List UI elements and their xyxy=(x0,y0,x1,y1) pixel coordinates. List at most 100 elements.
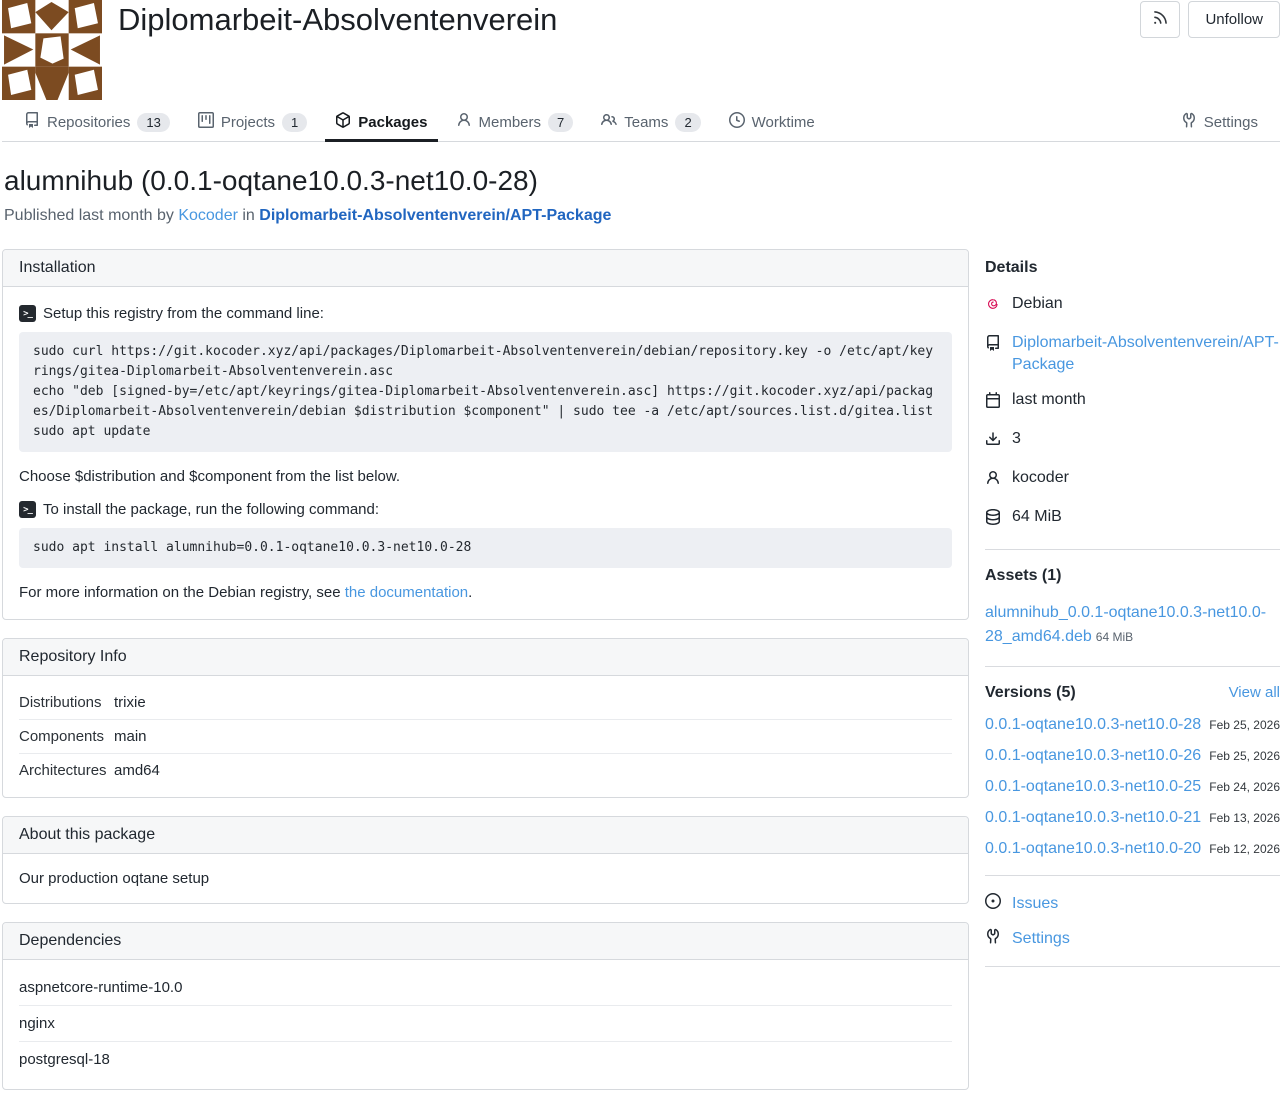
org-avatar xyxy=(2,0,102,100)
version-link[interactable]: 0.0.1-oqtane10.0.3-net10.0-25 xyxy=(985,778,1201,796)
version-link[interactable]: 0.0.1-oqtane10.0.3-net10.0-20 xyxy=(985,840,1201,858)
settings-link-row: Settings xyxy=(985,928,1280,949)
org-name: Diplomarbeit-Absolventenverein xyxy=(118,2,557,38)
clock-icon xyxy=(729,112,745,132)
tab-label: Projects xyxy=(221,114,275,131)
owner-name: kocoder xyxy=(1012,467,1069,489)
published-in: in xyxy=(242,207,254,224)
divider xyxy=(985,875,1280,876)
divider xyxy=(985,549,1280,550)
list-item: 0.0.1-oqtane10.0.3-net10.0-20 Feb 12, 20… xyxy=(985,840,1280,858)
more-info-prefix: For more information on the Debian regis… xyxy=(19,584,345,601)
publisher-link[interactable]: Kocoder xyxy=(178,207,238,224)
tab-worktime[interactable]: Worktime xyxy=(719,105,825,142)
view-all-versions-link[interactable]: View all xyxy=(1229,684,1280,701)
about-package-title: About this package xyxy=(3,817,968,854)
version-date: Feb 13, 2026 xyxy=(1209,811,1280,825)
tab-count-badge: 1 xyxy=(282,113,307,132)
tab-members[interactable]: Members 7 xyxy=(446,105,584,142)
distributions-value: trixie xyxy=(114,694,146,711)
package-repo-link[interactable]: Diplomarbeit-Absolventenverein/APT-Packa… xyxy=(259,207,611,224)
architectures-value: amd64 xyxy=(114,762,160,779)
database-icon xyxy=(985,506,1001,532)
repo-icon xyxy=(24,112,40,132)
install-package-label: To install the package, run the followin… xyxy=(43,501,379,518)
install-package-code-block[interactable]: sudo apt install alumnihub=0.0.1-oqtane1… xyxy=(19,528,952,568)
person-icon xyxy=(985,467,1001,493)
tab-settings[interactable]: Settings xyxy=(1171,105,1268,142)
tab-count-badge: 2 xyxy=(675,113,700,132)
tab-label: Worktime xyxy=(752,114,815,131)
download-count: 3 xyxy=(1012,428,1021,450)
main-column: Installation >_ Setup this registry from… xyxy=(2,249,969,1090)
people-icon xyxy=(601,112,617,132)
published-line: Published last month by Kocoder in Diplo… xyxy=(4,207,1280,225)
version-link[interactable]: 0.0.1-oqtane10.0.3-net10.0-28 xyxy=(985,716,1201,734)
package-description: Our production oqtane setup xyxy=(19,870,209,887)
list-item: 0.0.1-oqtane10.0.3-net10.0-21 Feb 13, 20… xyxy=(985,809,1280,827)
version-link[interactable]: 0.0.1-oqtane10.0.3-net10.0-21 xyxy=(985,809,1201,827)
setup-registry-code-block[interactable]: sudo curl https://git.kocoder.xyz/api/pa… xyxy=(19,332,952,452)
calendar-icon xyxy=(985,389,1001,415)
tab-label: Packages xyxy=(358,114,427,131)
tab-label: Members xyxy=(479,114,542,131)
published-date-row: last month xyxy=(985,389,1280,415)
details-repo-row: Diplomarbeit-Absolventenverein/APT-Packa… xyxy=(985,332,1280,376)
install-package-label-row: >_ To install the package, run the follo… xyxy=(19,501,952,518)
tab-repositories[interactable]: Repositories 13 xyxy=(14,105,180,142)
list-item: 0.0.1-oqtane10.0.3-net10.0-25 Feb 24, 20… xyxy=(985,778,1280,796)
version-date: Feb 12, 2026 xyxy=(1209,842,1280,856)
list-item: aspnetcore-runtime-10.0 xyxy=(19,970,952,1006)
versions-title: Versions (5) xyxy=(985,684,1076,702)
package-size: 64 MiB xyxy=(1012,506,1062,528)
table-row: Architectures amd64 xyxy=(19,754,952,787)
divider xyxy=(985,966,1280,967)
published-date: last month xyxy=(1012,389,1086,411)
size-row: 64 MiB xyxy=(985,506,1280,532)
components-label: Components xyxy=(19,728,114,745)
package-settings-link[interactable]: Settings xyxy=(1012,930,1070,948)
terminal-icon: >_ xyxy=(19,501,36,518)
list-item: alumnihub_0.0.1-oqtane10.0.3-net10.0-28_… xyxy=(985,601,1280,649)
list-item: 0.0.1-oqtane10.0.3-net10.0-26 Feb 25, 20… xyxy=(985,747,1280,765)
setup-registry-label-row: >_ Setup this registry from the command … xyxy=(19,305,952,322)
org-package-page: Diplomarbeit-Absolventenverein Unfollow … xyxy=(0,0,1282,1090)
downloads-row: 3 xyxy=(985,428,1280,454)
debian-icon xyxy=(985,293,1001,319)
version-date: Feb 25, 2026 xyxy=(1209,749,1280,763)
org-header: Diplomarbeit-Absolventenverein Unfollow xyxy=(2,0,1280,100)
person-icon xyxy=(456,112,472,132)
dependencies-panel: Dependencies aspnetcore-runtime-10.0 ngi… xyxy=(2,922,969,1090)
more-info-suffix: . xyxy=(468,584,472,601)
wrench-icon xyxy=(985,928,1001,949)
components-value: main xyxy=(114,728,147,745)
package-type-row: Debian xyxy=(985,293,1280,319)
dependencies-title: Dependencies xyxy=(3,923,968,960)
version-date: Feb 24, 2026 xyxy=(1209,780,1280,794)
tab-label: Repositories xyxy=(47,114,130,131)
details-repo-link[interactable]: Diplomarbeit-Absolventenverein/APT-Packa… xyxy=(1012,332,1280,376)
assets-title: Assets (1) xyxy=(985,567,1280,585)
rss-button[interactable] xyxy=(1140,1,1180,38)
tab-projects[interactable]: Projects 1 xyxy=(188,105,317,142)
version-date: Feb 25, 2026 xyxy=(1209,718,1280,732)
setup-registry-label: Setup this registry from the command lin… xyxy=(43,305,324,322)
tab-count-badge: 7 xyxy=(548,113,573,132)
repository-info-title: Repository Info xyxy=(3,639,968,676)
list-item: postgresql-18 xyxy=(19,1042,952,1077)
issues-link[interactable]: Issues xyxy=(1012,895,1058,913)
installation-panel: Installation >_ Setup this registry from… xyxy=(2,249,969,620)
list-item: nginx xyxy=(19,1006,952,1042)
unfollow-button[interactable]: Unfollow xyxy=(1188,1,1280,38)
version-link[interactable]: 0.0.1-oqtane10.0.3-net10.0-26 xyxy=(985,747,1201,765)
distributions-label: Distributions xyxy=(19,694,114,711)
tab-teams[interactable]: Teams 2 xyxy=(591,105,710,142)
issue-icon xyxy=(985,893,1001,914)
tab-packages[interactable]: Packages xyxy=(325,105,437,142)
header-actions: Unfollow xyxy=(1140,1,1280,38)
list-item: 0.0.1-oqtane10.0.3-net10.0-28 Feb 25, 20… xyxy=(985,716,1280,734)
architectures-label: Architectures xyxy=(19,762,114,779)
documentation-link[interactable]: the documentation xyxy=(345,584,468,601)
about-package-panel: About this package Our production oqtane… xyxy=(2,816,969,904)
divider xyxy=(985,666,1280,667)
